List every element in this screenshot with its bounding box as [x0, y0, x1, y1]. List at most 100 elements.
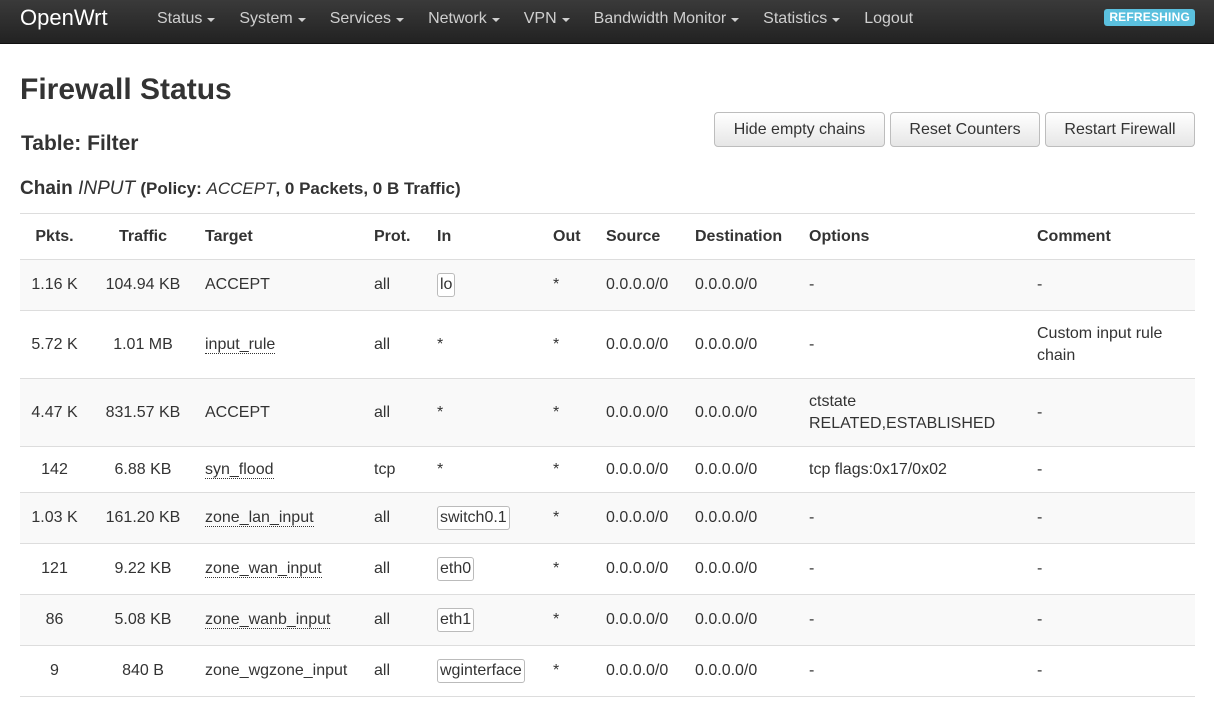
- chain-policy-open: (Policy:: [140, 179, 202, 198]
- table-row: 1.03 K 161.20 KB zone_lan_input all swit…: [20, 492, 1195, 544]
- cell-prot: all: [366, 594, 429, 646]
- cell-options: -: [801, 259, 1029, 311]
- cell-out: *: [545, 446, 598, 493]
- chain-prefix: Chain: [20, 178, 73, 199]
- target-chain-link[interactable]: zone_wan_input: [205, 560, 322, 578]
- cell-pkts: 4.47 K: [20, 378, 89, 447]
- menu-status-label: Status: [157, 10, 203, 27]
- interface-badge[interactable]: lo: [437, 273, 456, 297]
- col-header-out: Out: [545, 213, 598, 260]
- cell-comment: -: [1029, 259, 1195, 311]
- cell-options: -: [801, 645, 1029, 697]
- col-header-traffic: Traffic: [89, 213, 197, 260]
- cell-target: zone_wanb_input: [197, 594, 366, 646]
- cell-traffic: 104.94 KB: [89, 259, 197, 311]
- cell-in: *: [429, 378, 545, 447]
- menu-services-label: Services: [329, 10, 392, 27]
- menu-vpn-label: VPN: [523, 10, 557, 27]
- cell-source: 0.0.0.0/0: [598, 492, 687, 544]
- caret-down-icon: [297, 18, 306, 22]
- cell-source: 0.0.0.0/0: [598, 378, 687, 447]
- interface-badge[interactable]: eth1: [437, 608, 475, 632]
- cell-out: *: [545, 543, 598, 595]
- target-chain-link[interactable]: input_rule: [205, 335, 276, 354]
- chain-stats: , 0 Packets, 0 B Traffic): [275, 179, 461, 198]
- cell-prot: all: [366, 543, 429, 595]
- caret-down-icon: [207, 18, 216, 22]
- menu-system-label: System: [239, 10, 293, 27]
- cell-prot: all: [366, 310, 429, 379]
- cell-pkts: 1.03 K: [20, 492, 89, 544]
- interface-badge[interactable]: switch0.1: [437, 506, 510, 530]
- caret-down-icon: [561, 18, 570, 22]
- cell-prot: all: [366, 492, 429, 544]
- cell-comment: -: [1029, 645, 1195, 697]
- table-header-row: Pkts. Traffic Target Prot. In Out Source…: [20, 213, 1195, 260]
- cell-in: eth1: [429, 594, 545, 646]
- cell-traffic: 6.88 KB: [89, 446, 197, 493]
- menu-statistics-label: Statistics: [763, 10, 828, 27]
- col-header-prot: Prot.: [366, 213, 429, 260]
- cell-options: -: [801, 594, 1029, 646]
- menu-status[interactable]: Status: [145, 0, 227, 38]
- menu-logout[interactable]: Logout: [852, 0, 925, 38]
- table-row: 5.72 K 1.01 MB input_rule all * * 0.0.0.…: [20, 310, 1195, 379]
- cell-in: *: [429, 310, 545, 379]
- menu-statistics[interactable]: Statistics: [751, 0, 852, 38]
- cell-comment: -: [1029, 594, 1195, 646]
- cell-out: *: [545, 378, 598, 447]
- target-chain-link[interactable]: zone_wanb_input: [205, 611, 331, 629]
- cell-destination: 0.0.0.0/0: [687, 310, 801, 379]
- cell-options: ctstate RELATED,ESTABLISHED: [801, 378, 1029, 447]
- menu-system[interactable]: System: [227, 0, 317, 38]
- caret-down-icon: [832, 18, 841, 22]
- menu-vpn[interactable]: VPN: [512, 0, 582, 38]
- target-chain-link[interactable]: zone_lan_input: [205, 509, 314, 527]
- chain-name: INPUT: [78, 178, 136, 199]
- cell-prot: all: [366, 645, 429, 697]
- cell-comment: -: [1029, 378, 1195, 447]
- table-row: 86 5.08 KB zone_wanb_input all eth1 * 0.…: [20, 594, 1195, 646]
- cell-pkts: 9: [20, 645, 89, 697]
- menu-network[interactable]: Network: [416, 0, 512, 38]
- cell-destination: 0.0.0.0/0: [687, 645, 801, 697]
- cell-in: *: [429, 446, 545, 493]
- cell-prot: tcp: [366, 446, 429, 493]
- menu-services[interactable]: Services: [318, 0, 416, 38]
- caret-down-icon: [491, 18, 500, 22]
- menu-bandwidth-monitor[interactable]: Bandwidth Monitor: [582, 0, 752, 38]
- brand-logo[interactable]: OpenWrt: [20, 3, 108, 33]
- refreshing-badge[interactable]: REFRESHING: [1104, 9, 1195, 26]
- cell-traffic: 840 B: [89, 645, 197, 697]
- col-header-options: Options: [801, 213, 1029, 260]
- cell-in: wginterface: [429, 645, 545, 697]
- cell-source: 0.0.0.0/0: [598, 543, 687, 595]
- table-row: 4.47 K 831.57 KB ACCEPT all * * 0.0.0.0/…: [20, 378, 1195, 447]
- cell-options: -: [801, 492, 1029, 544]
- reset-counters-button[interactable]: Reset Counters: [890, 112, 1040, 147]
- cell-target: zone_wan_input: [197, 543, 366, 595]
- caret-down-icon: [396, 18, 405, 22]
- cell-options: tcp flags:0x17/0x02: [801, 446, 1029, 493]
- cell-traffic: 831.57 KB: [89, 378, 197, 447]
- cell-source: 0.0.0.0/0: [598, 446, 687, 493]
- cell-target: zone_wgzone_input: [197, 645, 366, 697]
- cell-options: -: [801, 310, 1029, 379]
- firewall-chain-table: Pkts. Traffic Target Prot. In Out Source…: [20, 213, 1195, 697]
- top-navbar: OpenWrt Status System Services Network V…: [0, 0, 1214, 44]
- table-title: Table: Filter: [21, 132, 139, 155]
- cell-traffic: 5.08 KB: [89, 594, 197, 646]
- cell-traffic: 9.22 KB: [89, 543, 197, 595]
- cell-destination: 0.0.0.0/0: [687, 543, 801, 595]
- cell-destination: 0.0.0.0/0: [687, 594, 801, 646]
- interface-badge[interactable]: eth0: [437, 557, 475, 581]
- hide-empty-chains-button[interactable]: Hide empty chains: [714, 112, 885, 147]
- menu-network-label: Network: [428, 10, 487, 27]
- cell-source: 0.0.0.0/0: [598, 645, 687, 697]
- interface-badge[interactable]: wginterface: [437, 659, 525, 683]
- target-chain-link[interactable]: syn_flood: [205, 460, 274, 479]
- table-row: 121 9.22 KB zone_wan_input all eth0 * 0.…: [20, 543, 1195, 595]
- table-row: 9 840 B zone_wgzone_input all wginterfac…: [20, 645, 1195, 697]
- cell-pkts: 121: [20, 543, 89, 595]
- restart-firewall-button[interactable]: Restart Firewall: [1045, 112, 1195, 147]
